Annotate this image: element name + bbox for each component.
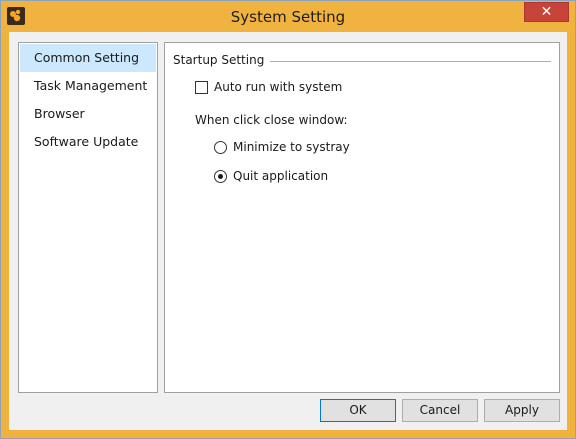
minimize-to-systray-radio[interactable] [214, 141, 227, 154]
system-setting-window: System Setting ✕ Common Setting Task Man… [0, 0, 576, 439]
minimize-to-systray-label[interactable]: Minimize to systray [233, 140, 350, 154]
quit-application-label[interactable]: Quit application [233, 169, 328, 183]
quit-application-radio[interactable] [214, 170, 227, 183]
auto-run-label[interactable]: Auto run with system [214, 80, 342, 94]
cancel-button[interactable]: Cancel [402, 399, 478, 422]
auto-run-checkbox[interactable] [195, 81, 208, 94]
sidebar-item-task-management[interactable]: Task Management [20, 72, 156, 100]
close-window-label: When click close window: [195, 113, 348, 127]
settings-sidebar: Common Setting Task Management Browser S… [18, 42, 158, 393]
apply-button[interactable]: Apply [484, 399, 560, 422]
ok-button[interactable]: OK [320, 399, 396, 422]
sidebar-item-common-setting[interactable]: Common Setting [20, 44, 156, 72]
close-button[interactable]: ✕ [524, 2, 569, 22]
close-icon: ✕ [540, 4, 553, 20]
title-bar[interactable]: System Setting ✕ [1, 1, 575, 32]
client-area: Common Setting Task Management Browser S… [9, 32, 567, 430]
window-title: System Setting [230, 8, 346, 26]
sidebar-item-browser[interactable]: Browser [20, 100, 156, 128]
settings-panel: Startup Setting Auto run with system Whe… [164, 42, 560, 393]
group-divider [261, 61, 551, 62]
sidebar-item-software-update[interactable]: Software Update [20, 128, 156, 156]
startup-group-title: Startup Setting [173, 53, 271, 67]
